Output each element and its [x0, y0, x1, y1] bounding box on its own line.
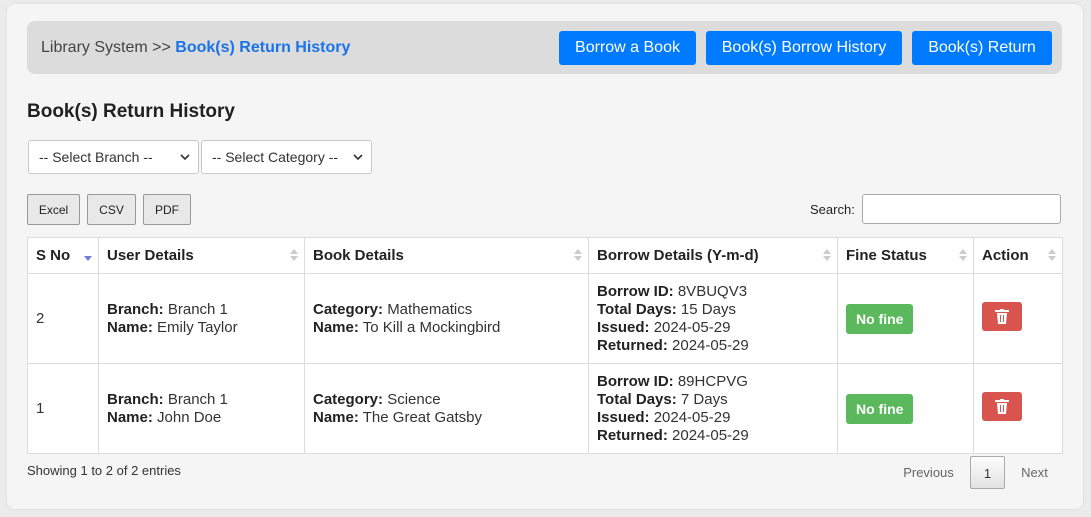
- borrow-book-button[interactable]: Borrow a Book: [559, 31, 696, 65]
- category-select-value: -- Select Category --: [212, 149, 339, 165]
- fine-status-cell: No fine: [837, 273, 974, 364]
- delete-button[interactable]: [982, 391, 1022, 421]
- delete-button[interactable]: [982, 301, 1022, 331]
- book-details-cell: Category: Science Name: The Great Gatsby: [304, 363, 589, 454]
- column-header-fine-status[interactable]: Fine Status: [837, 237, 974, 274]
- sort-icon: [823, 249, 831, 261]
- pagination-page-1[interactable]: 1: [970, 456, 1005, 489]
- fine-status-badge: No fine: [846, 393, 914, 424]
- borrow-history-button[interactable]: Book(s) Borrow History: [706, 31, 902, 65]
- column-header-action[interactable]: Action: [973, 237, 1063, 274]
- column-header-user-details[interactable]: User Details: [98, 237, 305, 274]
- column-header-book-details[interactable]: Book Details: [304, 237, 589, 274]
- trash-icon: [995, 398, 1009, 414]
- chevron-down-icon: [353, 154, 363, 161]
- action-cell: [973, 273, 1063, 364]
- sort-icon: [574, 249, 582, 261]
- borrow-details-cell: Borrow ID: 8VBUQV3 Total Days: 15 Days I…: [588, 273, 838, 364]
- column-header-borrow-details[interactable]: Borrow Details (Y-m-d): [588, 237, 838, 274]
- table-row: 2 Branch: Branch 1 Name: Emily Taylor Ca…: [27, 273, 1063, 364]
- table-header-row: S No User Details Book Details Borrow De…: [27, 237, 1063, 274]
- fine-status-badge: No fine: [846, 303, 914, 334]
- trash-icon: [995, 308, 1009, 324]
- search-label: Search:: [810, 202, 855, 217]
- breadcrumb-root: Library System >>: [41, 39, 171, 56]
- return-book-button[interactable]: Book(s) Return: [912, 31, 1052, 65]
- category-select[interactable]: -- Select Category --: [201, 140, 372, 174]
- table-row: 1 Branch: Branch 1 Name: John Doe Catego…: [27, 363, 1063, 454]
- book-details-cell: Category: Mathematics Name: To Kill a Mo…: [304, 273, 589, 364]
- fine-status-cell: No fine: [837, 363, 974, 454]
- pagination-next[interactable]: Next: [1011, 456, 1058, 489]
- csv-export-button[interactable]: CSV: [87, 194, 136, 225]
- branch-select[interactable]: -- Select Branch --: [28, 140, 199, 174]
- sno-cell: 2: [27, 273, 99, 364]
- search-input[interactable]: [862, 194, 1061, 224]
- action-cell: [973, 363, 1063, 454]
- breadcrumb-current[interactable]: Book(s) Return History: [175, 39, 350, 56]
- branch-select-value: -- Select Branch --: [39, 149, 153, 165]
- sort-icon: [959, 249, 967, 261]
- header-bar: Library System >> Book(s) Return History…: [27, 21, 1062, 74]
- sort-icon: [290, 249, 298, 261]
- column-header-sno[interactable]: S No: [27, 237, 99, 274]
- user-details-cell: Branch: Branch 1 Name: John Doe: [98, 363, 305, 454]
- borrow-details-cell: Borrow ID: 89HCPVG Total Days: 7 Days Is…: [588, 363, 838, 454]
- chevron-down-icon: [180, 154, 190, 161]
- pagination-previous[interactable]: Previous: [892, 456, 965, 489]
- table-info: Showing 1 to 2 of 2 entries: [27, 463, 181, 478]
- user-details-cell: Branch: Branch 1 Name: Emily Taylor: [98, 273, 305, 364]
- breadcrumb: Library System >> Book(s) Return History: [41, 39, 350, 57]
- excel-export-button[interactable]: Excel: [27, 194, 80, 225]
- pdf-export-button[interactable]: PDF: [143, 194, 191, 225]
- sno-cell: 1: [27, 363, 99, 454]
- return-history-table: S No User Details Book Details Borrow De…: [27, 237, 1063, 454]
- sort-icon: [1048, 249, 1056, 261]
- page-card: Library System >> Book(s) Return History…: [7, 4, 1083, 509]
- sort-asc-icon: [84, 256, 92, 261]
- page-title: Book(s) Return History: [27, 101, 235, 122]
